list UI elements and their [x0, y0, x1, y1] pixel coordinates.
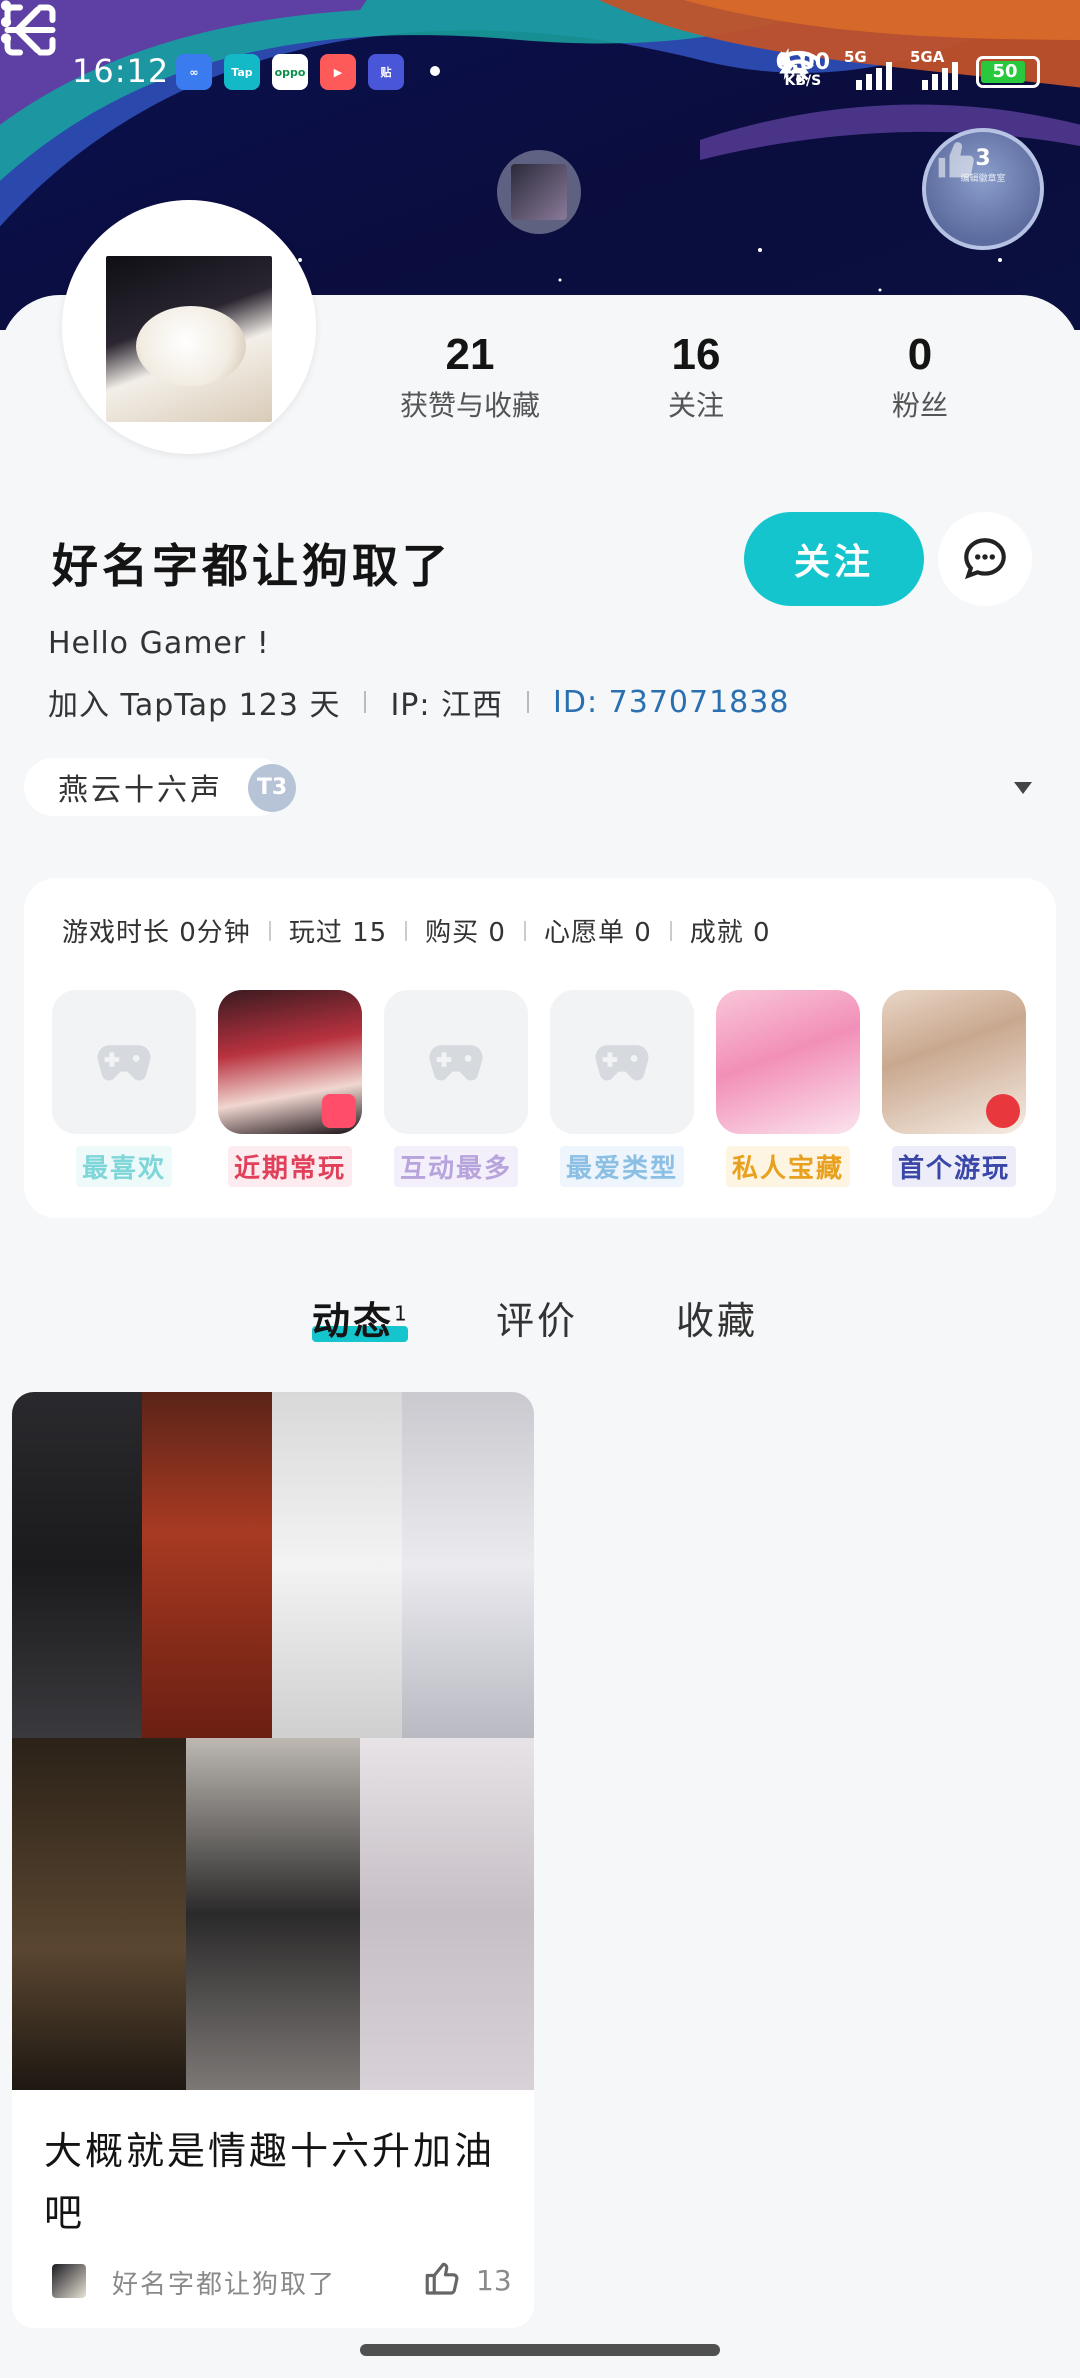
meta-divider: [364, 691, 367, 713]
ip-location: IP: 江西: [390, 688, 504, 723]
game-tile: [52, 990, 196, 1134]
nickname: 好名字都让狗取了: [52, 539, 452, 593]
stat-label: 粉丝: [891, 389, 948, 422]
tab-count: 1: [394, 1301, 410, 1326]
bio: Hello Gamer !: [48, 626, 270, 661]
taptap-app-icon: Tap: [224, 54, 260, 90]
post-author-avatar[interactable]: [52, 2264, 86, 2298]
sim1-label: 5G: [844, 48, 867, 66]
expand-caret-icon[interactable]: [1014, 782, 1032, 794]
game-slot-interaction[interactable]: 互动最多: [384, 990, 528, 1187]
gamepad-icon: [97, 1045, 151, 1081]
gamepad-icon: [429, 1045, 483, 1081]
stat-following[interactable]: 16 关注: [636, 330, 756, 424]
achievement-badge[interactable]: 3 编辑徽章室: [922, 128, 1044, 250]
purchased-stat: 购买 0: [425, 918, 506, 948]
game-tile: [384, 990, 528, 1134]
status-right-group: 0.00 KB/S 5G 5GA 50: [776, 48, 1040, 96]
achievements-stat: 成就 0: [689, 918, 771, 948]
game-tile: [550, 990, 694, 1134]
level-badge: T3: [248, 764, 296, 812]
tieba-app-icon: 贴: [368, 54, 404, 90]
games-summary-card[interactable]: 游戏时长 0分钟 玩过 15 购买 0 心愿单 0 成就 0 最喜欢 近期常玩 …: [24, 878, 1056, 1218]
slot-label: 最喜欢: [75, 1146, 172, 1187]
more-notifications-dot: [430, 66, 440, 76]
meta-divider: [527, 691, 530, 713]
game-slot-treasure[interactable]: 私人宝藏: [716, 990, 860, 1187]
tab-label: 动态: [312, 1299, 395, 1343]
sim2-label: 5GA: [910, 48, 945, 66]
join-days: 加入 TapTap 123 天: [48, 688, 341, 723]
game-tag-label: 燕云十六声: [58, 773, 223, 808]
post-title: 大概就是情趣十六升加油吧: [44, 2129, 496, 2235]
post-card[interactable]: 大概就是情趣十六升加油吧 好名字都让狗取了 13: [12, 1392, 534, 2328]
post-author[interactable]: 好名字都让狗取了: [112, 2264, 336, 2301]
profile-meta: 加入 TapTap 123 天 IP: 江西 ID: 737071838: [48, 680, 789, 724]
stat-label: 获赞与收藏: [399, 389, 540, 422]
slot-label: 互动最多: [393, 1146, 518, 1187]
game-slot-recent[interactable]: 近期常玩: [218, 990, 362, 1187]
follow-button[interactable]: 关注: [744, 512, 924, 606]
slot-label: 首个游玩: [891, 1146, 1016, 1187]
thumbs-up-icon[interactable]: [422, 2258, 464, 2300]
game-art: [882, 990, 1026, 1134]
tab-activity[interactable]: 动态1: [312, 1290, 410, 1345]
slot-label: 最爱类型: [559, 1146, 684, 1187]
played-stat: 玩过 15: [288, 918, 388, 948]
gamepad-icon: [595, 1045, 649, 1081]
status-time: 16:12: [72, 52, 170, 90]
game-art: [716, 990, 860, 1134]
stat-fans[interactable]: 0 粉丝: [860, 330, 980, 424]
stat-value: 16: [671, 330, 721, 379]
avatar[interactable]: [106, 256, 272, 422]
stat-label: 关注: [667, 389, 724, 422]
video-app-icon: ▶: [320, 54, 356, 90]
tab-reviews[interactable]: 评价: [496, 1290, 578, 1345]
thumbs-up-badge-icon: [938, 142, 974, 178]
game-slot-favorite[interactable]: 最喜欢: [52, 990, 196, 1187]
home-indicator[interactable]: [360, 2344, 720, 2356]
stat-likes-favorites[interactable]: 21 获赞与收藏: [380, 330, 560, 424]
more-vertical-icon[interactable]: [0, 0, 12, 44]
chat-bubble-icon: [964, 538, 1006, 580]
content-tabs: 动态1 评价 收藏: [0, 1290, 1080, 1360]
message-button[interactable]: [938, 512, 1032, 606]
signal-sim1-icon: 5G: [844, 48, 896, 92]
like-count: 13: [476, 2264, 512, 2297]
tab-favorites[interactable]: 收藏: [676, 1290, 758, 1345]
battery-icon: 50: [976, 56, 1040, 88]
slot-label: 近期常玩: [227, 1146, 352, 1187]
playtime-stat: 游戏时长 0分钟: [62, 918, 251, 948]
header-mini-avatar[interactable]: [497, 150, 581, 234]
cloud-app-icon: ∞: [176, 54, 212, 90]
slot-label: 私人宝藏: [725, 1146, 850, 1187]
oppo-app-icon: oppo: [272, 54, 308, 90]
user-id[interactable]: ID: 737071838: [553, 685, 789, 720]
post-footer: 好名字都让狗取了 13: [52, 2262, 512, 2302]
games-stats-row: 游戏时长 0分钟 玩过 15 购买 0 心愿单 0 成就 0: [62, 912, 771, 949]
wishlist-stat: 心愿单 0: [543, 918, 652, 948]
post-image-collage[interactable]: [12, 1392, 534, 2090]
signal-sim2-icon: 5GA: [910, 48, 962, 92]
game-slot-favorite-type[interactable]: 最爱类型: [550, 990, 694, 1187]
game-art: [218, 990, 362, 1134]
game-slot-first-played[interactable]: 首个游玩: [882, 990, 1026, 1187]
stat-value: 21: [445, 330, 495, 379]
status-bar: 16:12 ∞ Tap oppo ▶ 贴 0.00 KB/S 5G 5GA 50: [0, 44, 1080, 100]
charging-icon: [777, 48, 797, 80]
battery-level: 50: [992, 61, 1018, 82]
stat-value: 0: [907, 330, 933, 379]
